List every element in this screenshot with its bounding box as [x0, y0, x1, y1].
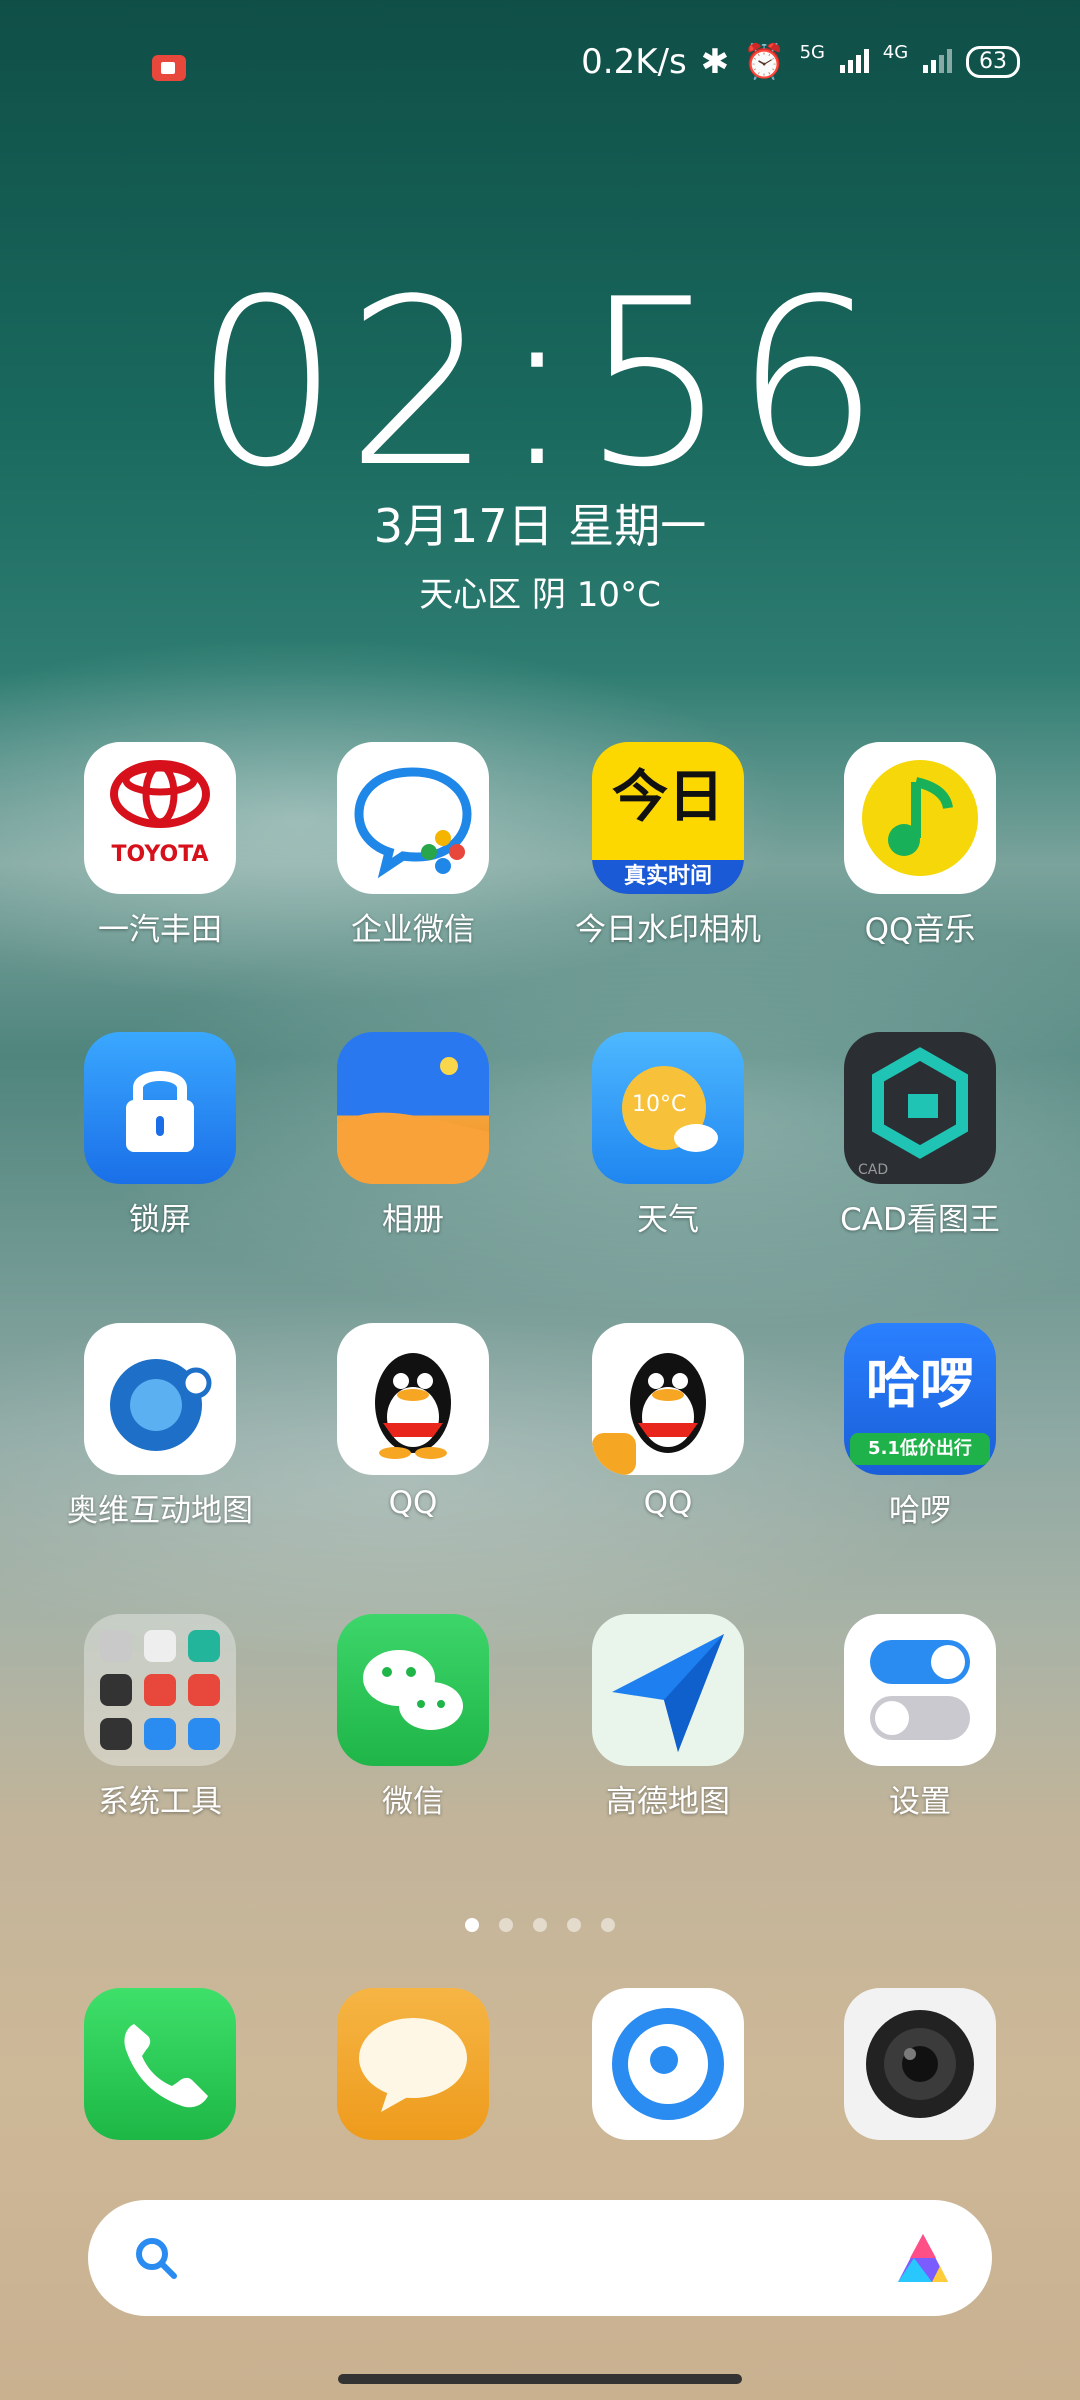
page-indicator[interactable]: [0, 1918, 1080, 1932]
search-icon: [136, 2238, 177, 2279]
sim2-signal: 4G: [883, 42, 952, 82]
bluetooth-icon: ✱: [700, 42, 730, 82]
app-amap[interactable]: 高德地图: [543, 1614, 793, 1821]
qq-icon: [337, 1323, 489, 1475]
watermark-camera-icon: 今日 真实时间: [592, 742, 744, 894]
network-speed: 0.2K/s: [581, 42, 687, 82]
status-indicators: 0.2K/s ✱ ⏰ 5G 4G 63: [581, 42, 1020, 82]
battery-indicator: 63: [966, 46, 1020, 78]
app-qq-music[interactable]: QQ音乐: [795, 742, 1045, 949]
dock-camera[interactable]: [795, 1988, 1045, 2140]
app-cad-viewer[interactable]: CAD CAD看图王: [795, 1032, 1045, 1239]
page-dot[interactable]: [601, 1918, 615, 1932]
alarm-icon: ⏰: [743, 42, 786, 82]
search-bar[interactable]: [88, 2200, 992, 2316]
settings-icon: [844, 1614, 996, 1766]
amap-icon: [592, 1614, 744, 1766]
app-settings[interactable]: 设置: [795, 1614, 1045, 1821]
lock-icon: [84, 1032, 236, 1184]
qq-music-icon: [844, 742, 996, 894]
weather-icon: 10°C: [592, 1032, 744, 1184]
dock-browser[interactable]: [543, 1988, 793, 2140]
sim1-signal: 5G: [800, 42, 869, 82]
camera-icon: [844, 1988, 996, 2140]
toyota-icon: TOYOTA: [84, 742, 236, 894]
app-lock-screen[interactable]: 锁屏: [35, 1032, 285, 1239]
wechat-icon: [337, 1614, 489, 1766]
app-weather[interactable]: 10°C 天气: [543, 1032, 793, 1239]
gallery-icon: [337, 1032, 489, 1184]
clock-widget[interactable]: 02:56: [0, 270, 1080, 500]
phone-icon: [84, 1988, 236, 2140]
app-system-tools-folder[interactable]: 系统工具: [35, 1614, 285, 1821]
browser-icon: [592, 1988, 744, 2140]
weather-text[interactable]: 天心区 阴 10°C: [0, 567, 1080, 616]
date-text[interactable]: 3月17日 星期一: [0, 490, 1080, 556]
screen-record-icon: [152, 55, 186, 81]
ovital-map-icon: [84, 1323, 236, 1475]
page-dot[interactable]: [567, 1918, 581, 1932]
messages-icon: [337, 1988, 489, 2140]
dock-phone[interactable]: [35, 1988, 285, 2140]
wecom-icon: [337, 742, 489, 894]
page-dot[interactable]: [499, 1918, 513, 1932]
page-dot[interactable]: [533, 1918, 547, 1932]
gesture-handle[interactable]: [338, 2374, 742, 2384]
hellobike-icon: 哈啰 5.1低价出行: [844, 1323, 996, 1475]
dock: [0, 1988, 1080, 2140]
app-qq-clone[interactable]: QQ: [543, 1323, 793, 1521]
signal-bars-icon: [923, 47, 952, 73]
cad-icon: CAD: [844, 1032, 996, 1184]
assistant-icon[interactable]: [892, 2228, 954, 2290]
system-tools-folder-icon: [84, 1614, 236, 1766]
status-bar: 0.2K/s ✱ ⏰ 5G 4G 63: [0, 0, 1080, 130]
app-ovital-map[interactable]: 奥维互动地图: [35, 1323, 285, 1530]
qq-clone-icon: [592, 1323, 744, 1475]
signal-bars-icon: [839, 47, 869, 73]
app-wecom[interactable]: 企业微信: [288, 742, 538, 949]
page-dot[interactable]: [465, 1918, 479, 1932]
app-toyota[interactable]: TOYOTA 一汽丰田: [35, 742, 285, 949]
app-qq[interactable]: QQ: [288, 1323, 538, 1521]
dock-messages[interactable]: [288, 1988, 538, 2140]
app-watermark-camera[interactable]: 今日 真实时间 今日水印相机: [543, 742, 793, 949]
app-hellobike[interactable]: 哈啰 5.1低价出行 哈啰: [795, 1323, 1045, 1530]
app-wechat[interactable]: 微信: [288, 1614, 538, 1821]
app-gallery[interactable]: 相册: [288, 1032, 538, 1239]
